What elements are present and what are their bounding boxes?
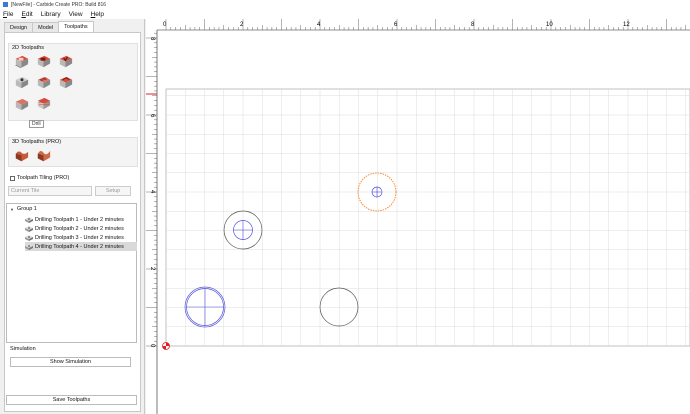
finish-3d-icon (37, 150, 50, 161)
circle-large[interactable] (184, 286, 226, 328)
tiling-setup-button[interactable]: Setup (95, 186, 131, 196)
show-simulation-button[interactable]: Show Simulation (10, 357, 131, 367)
menu-bar: File Edit Library View Help (0, 9, 690, 19)
facing-toolpath-button[interactable] (12, 95, 30, 113)
advanced-vcarve-icon (59, 76, 72, 88)
save-toolpaths-button[interactable]: Save Toolpaths (6, 395, 137, 405)
texture-toolpath-button[interactable] (34, 74, 52, 92)
rough-icon (37, 97, 50, 109)
menu-help[interactable]: Help (91, 11, 104, 18)
origin-marker-icon (162, 342, 170, 350)
tree-group-1[interactable]: ▼ Group 1 (10, 206, 37, 212)
toolpaths-2d-group: 2D Toolpaths (8, 43, 138, 121)
drill-toolpath-icon (25, 226, 33, 232)
tree-item-toolpath-4[interactable]: Drilling Toolpath 4 - Under 2 minutes (25, 242, 137, 251)
rough-3d-icon (15, 151, 28, 161)
tree-item-toolpath-1[interactable]: Drilling Toolpath 1 - Under 2 minutes (25, 215, 137, 224)
menu-file[interactable]: File (3, 11, 14, 18)
window-title: [NewFile] - Carbide Create PRO: Build 81… (11, 1, 107, 8)
toolpaths-2d-title: 2D Toolpaths (12, 45, 45, 51)
tab-design[interactable]: Design (4, 22, 34, 32)
contour-icon (14, 55, 28, 68)
toolpath-tree: ▼ Group 1 Drilling Toolpath 1 - Under 2 … (6, 203, 137, 343)
rough-toolpath-button[interactable] (34, 95, 52, 113)
toolpaths-3d-group: 3D Toolpaths (PRO) (8, 137, 138, 167)
toolpath-tiling-label: Toolpath Tiling (PRO) (17, 175, 70, 181)
tree-group-label: Group 1 (16, 206, 37, 212)
toolpaths-3d-title: 3D Toolpaths (PRO) (12, 139, 62, 145)
pocket-toolpath-button[interactable] (34, 53, 52, 71)
finish-3d-button[interactable] (34, 147, 52, 165)
horizontal-ruler (146, 19, 690, 30)
toolpath-tiling-checkbox[interactable] (10, 175, 15, 181)
tree-item-toolpath-2[interactable]: Drilling Toolpath 2 - Under 2 minutes (25, 224, 137, 233)
advanced-vcarve-button[interactable] (56, 74, 74, 92)
drill-icon (15, 76, 28, 88)
contour-toolpath-button[interactable] (12, 53, 30, 71)
panel-tabs: Design Model Toolpaths (4, 21, 94, 32)
toolpath-tiling-row[interactable]: Toolpath Tiling (PRO) (10, 175, 69, 181)
drill-toolpath-button[interactable] (12, 74, 30, 92)
texture-icon (37, 76, 50, 88)
x-tick-10: 10 (546, 22, 553, 28)
design-canvas[interactable]: 0 2 4 6 8 10 12 8 6 4 2 0 (146, 19, 690, 414)
collapse-arrow-icon[interactable]: ▼ (10, 207, 14, 212)
left-panel: Design Model Toolpaths 2D Toolpaths Dril… (0, 19, 145, 414)
pocket-icon (37, 55, 50, 67)
menu-edit[interactable]: Edit (22, 11, 33, 18)
facing-icon (15, 98, 28, 110)
drill-tooltip: Drill (29, 120, 44, 128)
tab-toolpaths[interactable]: Toolpaths (58, 21, 94, 32)
drill-toolpath-icon (25, 217, 33, 223)
tree-item-toolpath-3[interactable]: Drilling Toolpath 3 - Under 2 minutes (25, 233, 137, 242)
simulation-label: Simulation (10, 346, 36, 352)
toolpaths-tab-body: 2D Toolpaths Drill 3D Toolpaths (PRO) To… (4, 32, 141, 412)
stock-area (165, 88, 690, 347)
canvas-svg[interactable]: 0 2 4 6 8 10 12 8 6 4 2 0 (146, 19, 690, 414)
menu-view[interactable]: View (69, 11, 83, 18)
x-tick-12: 12 (623, 22, 630, 28)
rough-3d-button[interactable] (12, 147, 30, 165)
vertical-ruler (146, 19, 157, 414)
current-tile-select[interactable]: Current Tile (8, 186, 92, 196)
tab-model[interactable]: Model (32, 22, 60, 32)
vcarve-icon (59, 55, 72, 67)
vcarve-toolpath-button[interactable] (56, 53, 74, 71)
title-bar: [NewFile] - Carbide Create PRO: Build 81… (0, 0, 690, 9)
menu-library[interactable]: Library (41, 11, 61, 18)
app-icon (3, 2, 8, 7)
drill-toolpath-icon (25, 244, 33, 250)
drill-toolpath-icon (25, 235, 33, 241)
